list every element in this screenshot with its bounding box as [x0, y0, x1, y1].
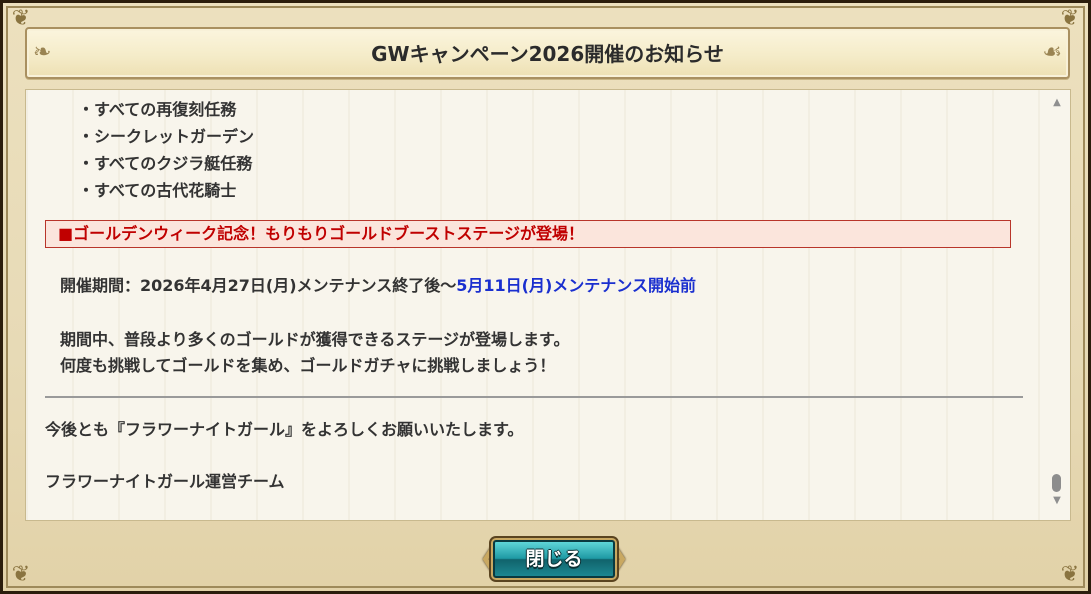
event-period-end: 5月11日(月)メンテナンス開始前	[456, 276, 696, 295]
close-button[interactable]: 閉じる	[493, 540, 615, 578]
dialog-title: GWキャンペーン2026開催のお知らせ	[371, 42, 724, 66]
vertical-scrollbar[interactable]: ▲ ▼	[1044, 90, 1070, 520]
list-item: ・シークレットガーデン	[78, 127, 255, 146]
list-item: ・すべてのクジラ艇任務	[78, 154, 253, 173]
team-signature: フラワーナイトガール運営チーム	[45, 472, 285, 491]
list-item: ・すべての古代花騎士	[78, 181, 237, 200]
close-button-frame: ❮ ❯ 閉じる	[479, 535, 629, 583]
description-line: 何度も挑戦してゴールドを集め、ゴールドガチャに挑戦しましょう！	[60, 356, 556, 375]
corner-ornament-icon: ❦	[11, 562, 31, 587]
section-heading-banner: ■ゴールデンウィーク記念！もりもりゴールドブーストステージが登場！	[45, 220, 1011, 248]
description-line: 期間中、普段より多くのゴールドが獲得できるステージが登場します。	[60, 330, 570, 349]
corner-ornament-icon: ❦	[1060, 562, 1080, 587]
event-period: 開催期間：2026年4月27日(月)メンテナンス終了後〜5月11日(月)メンテナ…	[60, 272, 696, 296]
scroll-down-arrow-icon[interactable]: ▼	[1044, 494, 1070, 508]
title-bar: ❧ ☙ GWキャンペーン2026開催のお知らせ	[25, 27, 1070, 79]
list-item: ・すべての再復刻任務	[78, 100, 237, 119]
section-divider	[45, 396, 1023, 398]
notice-content-panel[interactable]: ・すべての再復刻任務 ・シークレットガーデン ・すべてのクジラ艇任務 ・すべての…	[25, 89, 1071, 521]
event-period-start: 開催期間：2026年4月27日(月)メンテナンス終了後〜	[60, 276, 457, 295]
notice-scroll-area[interactable]: ・すべての再復刻任務 ・シークレットガーデン ・すべてのクジラ艇任務 ・すべての…	[26, 90, 1036, 520]
notice-dialog: ❦ ❦ ❦ ❦ ❧ ☙ GWキャンペーン2026開催のお知らせ ・すべての再復刻…	[0, 0, 1091, 594]
closing-message: 今後とも『フラワーナイトガール』をよろしくお願いいたします。	[45, 420, 524, 439]
scrollbar-thumb[interactable]	[1052, 474, 1061, 492]
scroll-up-arrow-icon[interactable]: ▲	[1044, 96, 1070, 110]
